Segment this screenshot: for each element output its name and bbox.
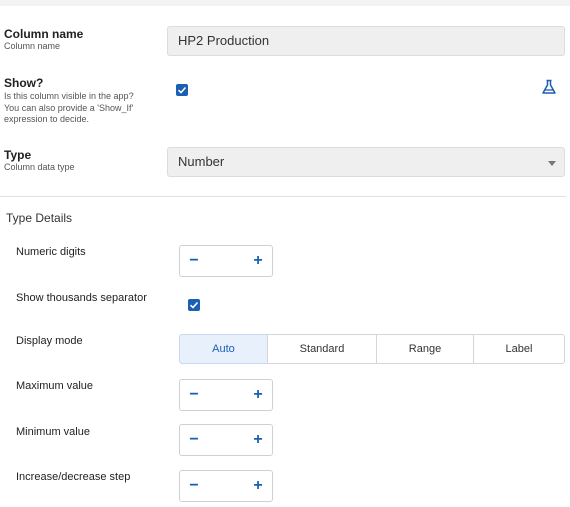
plus-icon[interactable]: + — [244, 425, 272, 455]
flask-icon[interactable] — [541, 79, 557, 95]
plus-icon[interactable]: + — [244, 471, 272, 501]
numeric-digits-stepper[interactable]: − + — [179, 245, 273, 277]
type-details-title: Type Details — [6, 211, 73, 225]
minus-icon[interactable]: − — [180, 471, 208, 501]
display-mode-option-standard[interactable]: Standard — [267, 334, 377, 364]
display-mode-label: Display mode — [16, 335, 83, 347]
numeric-digits-label: Numeric digits — [16, 246, 86, 258]
step-label: Increase/decrease step — [16, 471, 131, 483]
column-name-label: Column name — [4, 27, 84, 41]
display-mode-option-label[interactable]: Label — [473, 334, 565, 364]
check-icon — [177, 86, 187, 94]
thousands-separator-label: Show thousands separator — [16, 292, 147, 304]
maximum-value-stepper[interactable]: − + — [179, 379, 273, 411]
step-stepper[interactable]: − + — [179, 470, 273, 502]
top-band — [0, 0, 570, 6]
show-sublabel: Is this column visible in the app? You c… — [4, 91, 134, 124]
chevron-down-icon — [548, 161, 556, 166]
minimum-value-stepper[interactable]: − + — [179, 424, 273, 456]
plus-icon[interactable]: + — [244, 380, 272, 410]
type-label: Type — [4, 148, 32, 162]
show-checkbox[interactable] — [176, 84, 188, 96]
display-mode-option-range[interactable]: Range — [376, 334, 474, 364]
maximum-value-label: Maximum value — [16, 380, 94, 392]
thousands-separator-checkbox[interactable] — [188, 299, 200, 311]
column-name-field[interactable]: HP2 Production — [167, 26, 565, 56]
check-icon — [189, 301, 199, 309]
minus-icon[interactable]: − — [180, 380, 208, 410]
show-label: Show? — [4, 76, 44, 90]
type-sublabel: Column data type — [4, 162, 75, 172]
minus-icon[interactable]: − — [180, 425, 208, 455]
plus-icon[interactable]: + — [244, 246, 272, 276]
column-name-sublabel: Column name — [4, 41, 61, 51]
minimum-value-label: Minimum value — [16, 426, 90, 438]
type-select[interactable]: Number — [167, 147, 565, 177]
type-select-value: Number — [178, 154, 225, 169]
section-divider — [0, 196, 566, 197]
minus-icon[interactable]: − — [180, 246, 208, 276]
display-mode-segmented-control: Auto Standard Range Label — [179, 334, 565, 364]
display-mode-option-auto[interactable]: Auto — [179, 334, 268, 364]
